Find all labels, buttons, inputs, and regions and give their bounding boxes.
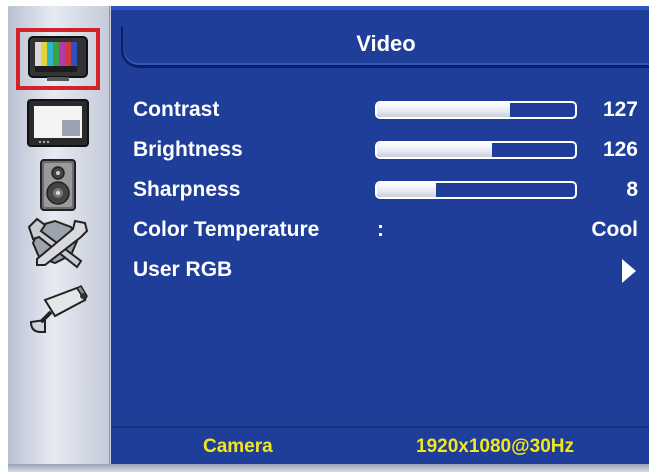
menu-item-label: Color Temperature [133,218,320,241]
sharpness-slider[interactable] [375,181,577,199]
slider-fill [377,183,437,197]
display-monitor-icon [27,99,89,147]
menu-item-value: 127 [602,98,638,121]
osd-menu: Video Contrast 127 Brightness 126 Sharpn… [8,6,649,464]
menu-item-sharpness[interactable]: Sharpness 8 [133,176,638,206]
menu-item-label: Contrast [133,98,220,121]
sidebar [8,6,110,464]
menu-item-label: Sharpness [133,178,241,201]
sidebar-item-setup[interactable] [16,212,100,274]
menu-item-color-temperature[interactable]: Color Temperature : Cool [133,216,638,246]
menu-item-value: 126 [602,138,638,161]
sidebar-item-camera[interactable] [16,278,100,340]
menu-item-user-rgb[interactable]: User RGB [133,256,638,286]
security-camera-icon [29,285,88,333]
bottom-edge [8,464,649,472]
title-bar: Video [121,26,649,68]
menu-item-label: Brightness [133,138,243,161]
status-bar: Camera 1920x1080@30Hz [111,426,649,464]
input-source: Camera [203,436,273,457]
page-title: Video [356,31,416,56]
menu-item-brightness[interactable]: Brightness 126 [133,136,638,166]
tools-icon [27,217,89,269]
menu-item-value: 8 [626,178,638,201]
brightness-slider[interactable] [375,141,577,159]
menu-item-contrast[interactable]: Contrast 127 [133,96,638,126]
slider-fill [377,103,510,117]
signal-resolution: 1920x1080@30Hz [416,436,574,457]
sidebar-item-display[interactable] [16,94,100,156]
sidebar-item-audio[interactable] [16,154,100,216]
submenu-arrow-icon [622,259,636,283]
menu-item-value: Cool [591,218,638,241]
contrast-slider[interactable] [375,101,577,119]
menu-item-label: User RGB [133,258,233,281]
video-test-pattern-icon [28,36,88,81]
sidebar-item-video[interactable] [16,28,100,90]
slider-fill [377,143,492,157]
speaker-icon [40,159,76,211]
separator: : [377,218,384,241]
main-panel: Video Contrast 127 Brightness 126 Sharpn… [111,6,649,464]
